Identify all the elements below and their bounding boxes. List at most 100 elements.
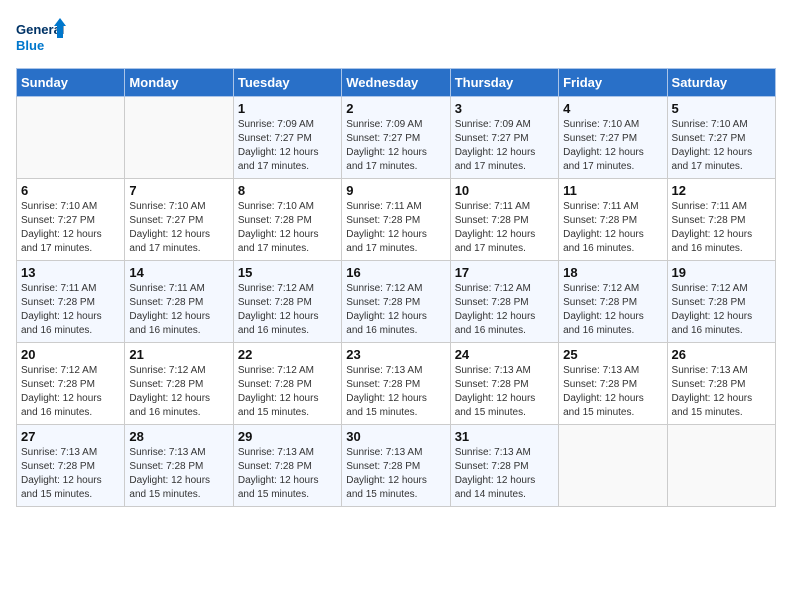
calendar-cell: 7 Sunrise: 7:10 AM Sunset: 7:27 PM Daylig… xyxy=(125,179,233,261)
calendar-cell: 22 Sunrise: 7:12 AM Sunset: 7:28 PM Dayli… xyxy=(233,343,341,425)
calendar-cell: 29 Sunrise: 7:13 AM Sunset: 7:28 PM Dayli… xyxy=(233,425,341,507)
calendar-cell: 14Sunrise: 7:11 AM Sunset: 7:28 PM Dayli… xyxy=(125,261,233,343)
day-info: Sunrise: 7:13 AM Sunset: 7:28 PM Dayligh… xyxy=(346,446,445,502)
day-info: Sunrise: 7:13 AM Sunset: 7:28 PM Dayligh… xyxy=(21,446,120,502)
day-info: Sunrise: 7:10 AM Sunset: 7:27 PM Dayligh… xyxy=(21,200,120,256)
calendar-cell: 12 Sunrise: 7:11 AM Sunset: 7:28 PM Dayli… xyxy=(667,179,775,261)
svg-text:Blue: Blue xyxy=(16,38,44,53)
day-info: Sunrise: 7:13 AM Sunset: 7:28 PM Dayligh… xyxy=(346,364,445,420)
calendar-cell: 1 Sunrise: 7:09 AM Sunset: 7:27 PM Daylig… xyxy=(233,97,341,179)
day-info: Sunrise: 7:13 AM Sunset: 7:28 PM Dayligh… xyxy=(672,364,771,420)
day-info: Sunrise: 7:12 AM Sunset: 7:28 PM Dayligh… xyxy=(129,364,228,420)
day-info: Sunrise: 7:10 AM Sunset: 7:27 PM Dayligh… xyxy=(129,200,228,256)
day-info: Sunrise: 7:11 AM Sunset: 7:28 PM Dayligh… xyxy=(21,282,120,338)
day-number: 7 xyxy=(129,183,228,198)
day-number: 29 xyxy=(238,429,337,444)
calendar-week-row: 6 Sunrise: 7:10 AM Sunset: 7:27 PM Daylig… xyxy=(17,179,776,261)
calendar-cell: 31Sunrise: 7:13 AM Sunset: 7:28 PM Dayli… xyxy=(450,425,558,507)
calendar-cell: 17Sunrise: 7:12 AM Sunset: 7:28 PM Dayli… xyxy=(450,261,558,343)
calendar-header-row: SundayMondayTuesdayWednesdayThursdayFrid… xyxy=(17,69,776,97)
day-of-week-header: Wednesday xyxy=(342,69,450,97)
logo-svg: General Blue xyxy=(16,16,66,60)
day-number: 22 xyxy=(238,347,337,362)
calendar-cell: 16Sunrise: 7:12 AM Sunset: 7:28 PM Dayli… xyxy=(342,261,450,343)
calendar-cell: 2 Sunrise: 7:09 AM Sunset: 7:27 PM Daylig… xyxy=(342,97,450,179)
day-number: 12 xyxy=(672,183,771,198)
day-info: Sunrise: 7:13 AM Sunset: 7:28 PM Dayligh… xyxy=(238,446,337,502)
day-number: 16 xyxy=(346,265,445,280)
day-info: Sunrise: 7:12 AM Sunset: 7:28 PM Dayligh… xyxy=(238,282,337,338)
calendar-week-row: 20 Sunrise: 7:12 AM Sunset: 7:28 PM Dayli… xyxy=(17,343,776,425)
day-info: Sunrise: 7:09 AM Sunset: 7:27 PM Dayligh… xyxy=(346,118,445,174)
day-number: 5 xyxy=(672,101,771,116)
calendar-cell: 15Sunrise: 7:12 AM Sunset: 7:28 PM Dayli… xyxy=(233,261,341,343)
day-info: Sunrise: 7:13 AM Sunset: 7:28 PM Dayligh… xyxy=(129,446,228,502)
day-number: 19 xyxy=(672,265,771,280)
calendar-cell: 24 Sunrise: 7:13 AM Sunset: 7:28 PM Dayli… xyxy=(450,343,558,425)
calendar-cell: 30 Sunrise: 7:13 AM Sunset: 7:28 PM Dayli… xyxy=(342,425,450,507)
calendar-cell: 8Sunrise: 7:10 AM Sunset: 7:28 PM Daylig… xyxy=(233,179,341,261)
day-info: Sunrise: 7:12 AM Sunset: 7:28 PM Dayligh… xyxy=(238,364,337,420)
day-number: 9 xyxy=(346,183,445,198)
day-number: 21 xyxy=(129,347,228,362)
calendar-cell: 4 Sunrise: 7:10 AM Sunset: 7:27 PM Daylig… xyxy=(559,97,667,179)
day-of-week-header: Sunday xyxy=(17,69,125,97)
calendar-cell: 13 Sunrise: 7:11 AM Sunset: 7:28 PM Dayli… xyxy=(17,261,125,343)
day-number: 11 xyxy=(563,183,662,198)
day-number: 25 xyxy=(563,347,662,362)
day-info: Sunrise: 7:12 AM Sunset: 7:28 PM Dayligh… xyxy=(21,364,120,420)
day-number: 13 xyxy=(21,265,120,280)
day-info: Sunrise: 7:11 AM Sunset: 7:28 PM Dayligh… xyxy=(672,200,771,256)
day-number: 28 xyxy=(129,429,228,444)
calendar-cell: 23 Sunrise: 7:13 AM Sunset: 7:28 PM Dayli… xyxy=(342,343,450,425)
calendar-cell: 5Sunrise: 7:10 AM Sunset: 7:27 PM Daylig… xyxy=(667,97,775,179)
day-number: 6 xyxy=(21,183,120,198)
day-number: 18 xyxy=(563,265,662,280)
day-of-week-header: Tuesday xyxy=(233,69,341,97)
calendar-cell: 6 Sunrise: 7:10 AM Sunset: 7:27 PM Daylig… xyxy=(17,179,125,261)
calendar-cell: 10 Sunrise: 7:11 AM Sunset: 7:28 PM Dayli… xyxy=(450,179,558,261)
day-info: Sunrise: 7:09 AM Sunset: 7:27 PM Dayligh… xyxy=(455,118,554,174)
day-of-week-header: Monday xyxy=(125,69,233,97)
calendar-week-row: 1 Sunrise: 7:09 AM Sunset: 7:27 PM Daylig… xyxy=(17,97,776,179)
day-number: 26 xyxy=(672,347,771,362)
day-info: Sunrise: 7:10 AM Sunset: 7:27 PM Dayligh… xyxy=(563,118,662,174)
day-info: Sunrise: 7:11 AM Sunset: 7:28 PM Dayligh… xyxy=(455,200,554,256)
day-info: Sunrise: 7:13 AM Sunset: 7:28 PM Dayligh… xyxy=(563,364,662,420)
day-number: 2 xyxy=(346,101,445,116)
day-number: 10 xyxy=(455,183,554,198)
day-number: 24 xyxy=(455,347,554,362)
day-info: Sunrise: 7:11 AM Sunset: 7:28 PM Dayligh… xyxy=(346,200,445,256)
day-number: 30 xyxy=(346,429,445,444)
calendar-week-row: 13 Sunrise: 7:11 AM Sunset: 7:28 PM Dayli… xyxy=(17,261,776,343)
page-header: General Blue xyxy=(16,16,776,60)
day-info: Sunrise: 7:11 AM Sunset: 7:28 PM Dayligh… xyxy=(129,282,228,338)
day-info: Sunrise: 7:12 AM Sunset: 7:28 PM Dayligh… xyxy=(455,282,554,338)
day-of-week-header: Saturday xyxy=(667,69,775,97)
day-number: 8 xyxy=(238,183,337,198)
day-number: 1 xyxy=(238,101,337,116)
calendar-cell xyxy=(667,425,775,507)
calendar-table: SundayMondayTuesdayWednesdayThursdayFrid… xyxy=(16,68,776,507)
day-info: Sunrise: 7:09 AM Sunset: 7:27 PM Dayligh… xyxy=(238,118,337,174)
calendar-cell: 20 Sunrise: 7:12 AM Sunset: 7:28 PM Dayli… xyxy=(17,343,125,425)
calendar-body: 1 Sunrise: 7:09 AM Sunset: 7:27 PM Daylig… xyxy=(17,97,776,507)
day-number: 20 xyxy=(21,347,120,362)
calendar-cell: 19 Sunrise: 7:12 AM Sunset: 7:28 PM Dayli… xyxy=(667,261,775,343)
day-number: 27 xyxy=(21,429,120,444)
calendar-cell xyxy=(559,425,667,507)
day-number: 4 xyxy=(563,101,662,116)
day-info: Sunrise: 7:12 AM Sunset: 7:28 PM Dayligh… xyxy=(563,282,662,338)
calendar-cell: 26 Sunrise: 7:13 AM Sunset: 7:28 PM Dayli… xyxy=(667,343,775,425)
logo: General Blue xyxy=(16,16,66,60)
day-number: 23 xyxy=(346,347,445,362)
day-info: Sunrise: 7:12 AM Sunset: 7:28 PM Dayligh… xyxy=(672,282,771,338)
calendar-cell xyxy=(125,97,233,179)
calendar-cell: 9 Sunrise: 7:11 AM Sunset: 7:28 PM Daylig… xyxy=(342,179,450,261)
day-of-week-header: Friday xyxy=(559,69,667,97)
calendar-cell: 11Sunrise: 7:11 AM Sunset: 7:28 PM Dayli… xyxy=(559,179,667,261)
calendar-cell: 28 Sunrise: 7:13 AM Sunset: 7:28 PM Dayli… xyxy=(125,425,233,507)
calendar-cell: 21 Sunrise: 7:12 AM Sunset: 7:28 PM Dayli… xyxy=(125,343,233,425)
day-info: Sunrise: 7:13 AM Sunset: 7:28 PM Dayligh… xyxy=(455,364,554,420)
calendar-cell: 18 Sunrise: 7:12 AM Sunset: 7:28 PM Dayli… xyxy=(559,261,667,343)
